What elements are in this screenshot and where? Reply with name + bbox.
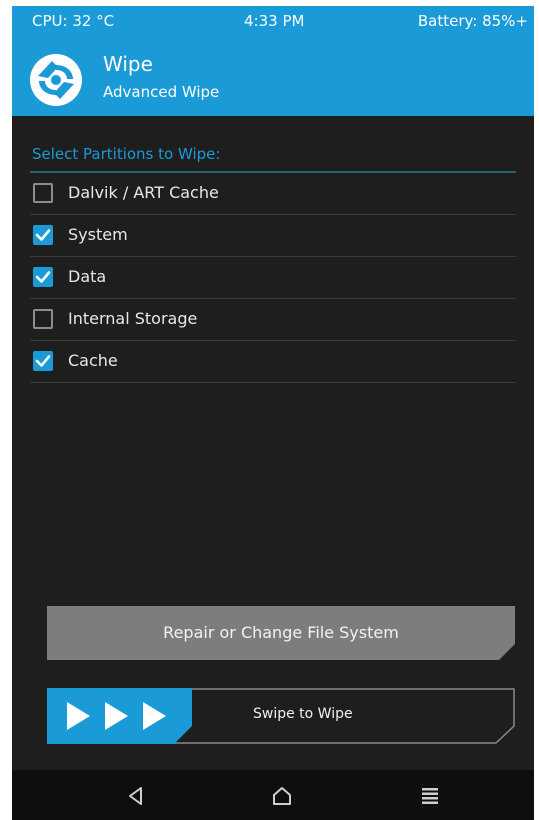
checkbox[interactable] (33, 183, 53, 203)
triple-arrow-right-icon (47, 688, 192, 744)
partition-label: Cache (68, 351, 118, 370)
partition-label: Internal Storage (68, 309, 198, 328)
partition-row-system[interactable]: System (30, 215, 516, 257)
partition-row-data[interactable]: Data (30, 257, 516, 299)
checkbox[interactable] (33, 267, 53, 287)
partition-row-cache[interactable]: Cache (30, 341, 516, 383)
repair-change-filesystem-button[interactable]: Repair or Change File System (47, 606, 515, 660)
checkmark-icon (35, 355, 51, 367)
partitions-heading: Select Partitions to Wipe: (32, 145, 221, 163)
menu-lines-icon[interactable] (418, 784, 442, 808)
checkbox[interactable] (33, 225, 53, 245)
repair-button-label: Repair or Change File System (163, 623, 399, 642)
swipe-to-wipe-slider[interactable]: Swipe to Wipe (47, 688, 515, 744)
clock: 4:33 PM (244, 12, 305, 30)
partition-row-internal-storage[interactable]: Internal Storage (30, 299, 516, 341)
cpu-temperature: CPU: 32 °C (32, 12, 115, 30)
swipe-label: Swipe to Wipe (253, 706, 353, 722)
page-subtitle: Advanced Wipe (103, 83, 220, 101)
checkmark-icon (35, 271, 51, 283)
header: CPU: 32 °C 4:33 PM Battery: 85%+ Wipe Ad… (12, 6, 534, 116)
partition-label: Dalvik / ART Cache (68, 183, 219, 202)
status-bar: CPU: 32 °C 4:33 PM Battery: 85%+ (12, 6, 534, 36)
navigation-bar (12, 770, 534, 820)
partition-row-dalvik[interactable]: Dalvik / ART Cache (30, 173, 516, 215)
checkbox[interactable] (33, 351, 53, 371)
partition-label: System (68, 225, 128, 244)
partition-label: Data (68, 267, 107, 286)
twrp-screen: CPU: 32 °C 4:33 PM Battery: 85%+ Wipe Ad… (12, 6, 534, 820)
partition-list: Dalvik / ART Cache System Data Internal … (30, 173, 516, 383)
swipe-handle[interactable] (47, 688, 192, 744)
battery-status: Battery: 85%+ (417, 12, 528, 30)
checkbox[interactable] (33, 309, 53, 329)
page-title: Wipe (103, 52, 153, 76)
back-icon[interactable] (124, 784, 148, 808)
checkmark-icon (35, 229, 51, 241)
home-icon[interactable] (270, 784, 294, 808)
twrp-logo-icon (28, 52, 84, 108)
